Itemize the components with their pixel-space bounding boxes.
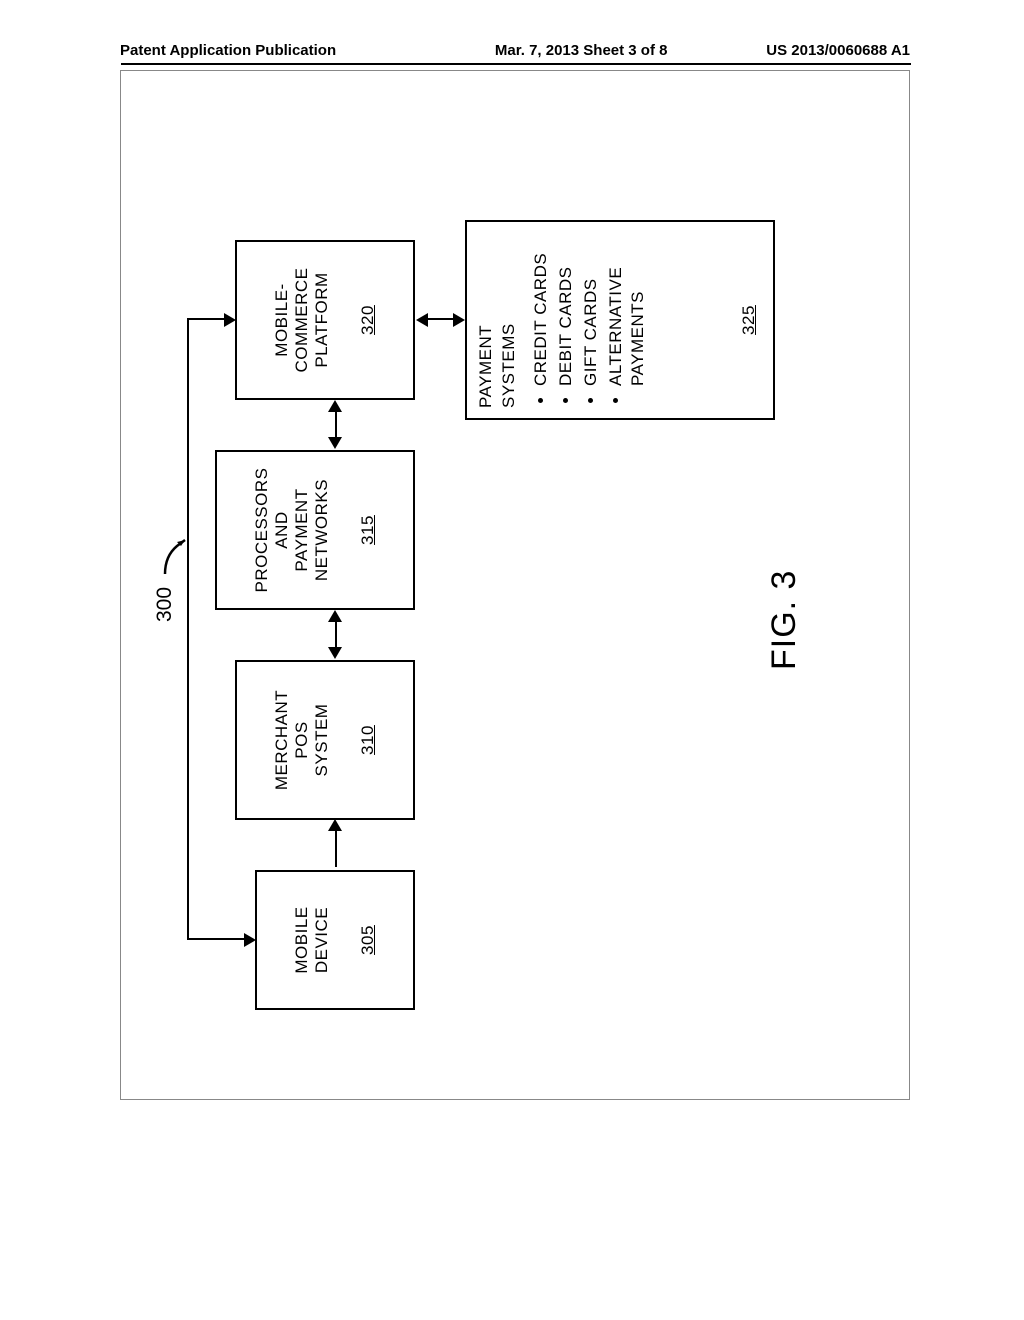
arrowhead-icon <box>328 437 342 449</box>
node-ref: 310 <box>358 725 378 755</box>
node-ref: 305 <box>358 925 378 955</box>
node-ref: 320 <box>358 305 378 335</box>
node-payment-systems: PAYMENT SYSTEMS CREDIT CARDS DEBIT CARDS… <box>465 220 775 420</box>
figure-caption: FIG. 3 <box>765 570 804 670</box>
list-item: GIFT CARDS <box>580 232 602 386</box>
arrowhead-icon <box>328 647 342 659</box>
node-mobile-device: MOBILE DEVICE 305 <box>255 870 415 1010</box>
node-ref: 325 <box>739 305 759 335</box>
node-ref: 315 <box>358 515 378 545</box>
figure-reference-number: 300 <box>153 587 177 622</box>
list-item: ALTERNATIVE PAYMENTS <box>605 232 649 386</box>
connector-line <box>187 318 224 320</box>
node-text-line: SYSTEM <box>312 704 332 777</box>
node-processors-payment-networks: PROCESSORS AND PAYMENT NETWORKS 315 <box>215 450 415 610</box>
header-center: Mar. 7, 2013 Sheet 3 of 8 <box>336 42 766 59</box>
header-left: Patent Application Publication <box>120 42 336 59</box>
header-right: US 2013/0060688 A1 <box>766 42 910 59</box>
node-text-line: PAYMENT <box>292 488 312 571</box>
payment-list: CREDIT CARDS DEBIT CARDS GIFT CARDS ALTE… <box>527 232 652 408</box>
connector-line <box>187 320 189 940</box>
arrowhead-icon <box>453 313 465 327</box>
arrowhead-icon <box>416 313 428 327</box>
connector-line <box>427 318 453 320</box>
node-text-line: PROCESSORS <box>252 468 272 593</box>
node-text-line: MOBILE- <box>272 283 292 356</box>
node-text-line: PLATFORM <box>312 272 332 367</box>
connector-line <box>187 938 244 940</box>
node-text-line: SYSTEMS <box>498 323 521 408</box>
node-merchant-pos: MERCHANT POS SYSTEM 310 <box>235 660 415 820</box>
diagram-viewport: 300 MOBILE DEVICE 305 MERCHANT POS SYSTE… <box>165 150 865 1020</box>
page-header: Patent Application Publication Mar. 7, 2… <box>120 42 910 59</box>
node-text-line: AND <box>272 511 292 548</box>
connector-line <box>335 622 337 648</box>
node-text-line: MERCHANT <box>272 690 292 790</box>
arrowhead-icon <box>328 610 342 622</box>
node-text-line: PAYMENT <box>475 325 498 408</box>
node-text-line: POS <box>292 721 312 758</box>
node-mobile-commerce-platform: MOBILE- COMMERCE PLATFORM 320 <box>235 240 415 400</box>
arrowhead-icon <box>328 819 342 831</box>
connector-line <box>335 412 337 438</box>
arrowhead-icon <box>328 400 342 412</box>
node-text-line: DEVICE <box>312 907 332 973</box>
node-text-line: NETWORKS <box>312 479 332 581</box>
header-rule <box>121 63 911 65</box>
node-text-line: MOBILE <box>292 906 312 973</box>
node-text-line: COMMERCE <box>292 267 312 372</box>
list-item: DEBIT CARDS <box>555 232 577 386</box>
leader-line-icon <box>163 530 185 576</box>
list-item: CREDIT CARDS <box>530 232 552 386</box>
connector-line <box>335 831 337 867</box>
flow-diagram: 300 MOBILE DEVICE 305 MERCHANT POS SYSTE… <box>165 150 865 1020</box>
